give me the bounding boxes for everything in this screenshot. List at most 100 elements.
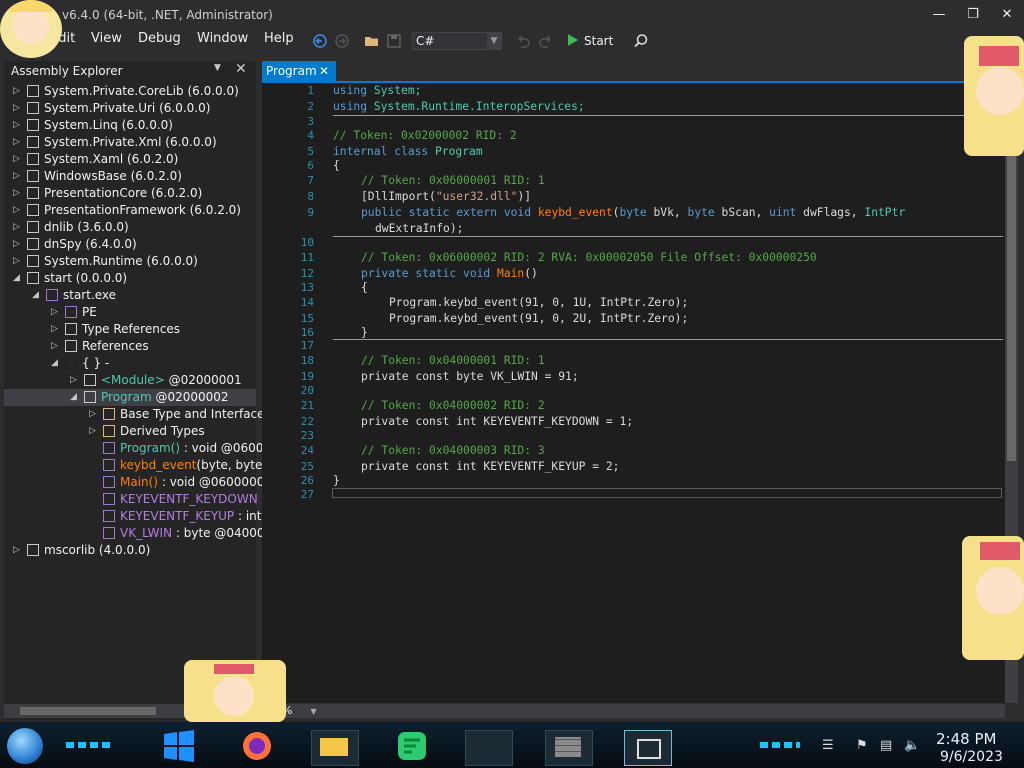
collapsed-arrow-icon[interactable]: ▷ xyxy=(51,338,58,355)
menu-view[interactable]: View xyxy=(91,31,122,46)
start-orb-icon[interactable] xyxy=(7,728,43,764)
minimize-button[interactable]: — xyxy=(924,4,954,26)
assembly-item[interactable]: ▷ dnlib (3.6.0.0) xyxy=(4,219,256,236)
firewall-icon[interactable] xyxy=(545,730,593,766)
redo-icon[interactable] xyxy=(537,32,555,50)
start-label: Start xyxy=(584,34,614,48)
tree-item-member[interactable]: keybd_event(byte, byte, u xyxy=(4,457,278,474)
collapsed-arrow-icon[interactable]: ▷ xyxy=(13,117,20,134)
assembly-item[interactable]: ▷ System.Runtime (6.0.0.0) xyxy=(4,253,256,270)
collapsed-arrow-icon[interactable]: ▷ xyxy=(13,100,20,117)
assembly-item[interactable]: ▷ System.Linq (6.0.0.0) xyxy=(4,117,256,134)
assembly-name: System.Private.Uri xyxy=(44,101,160,115)
language-select[interactable]: C# ▼ xyxy=(412,32,502,50)
tree-item-start-exe[interactable]: ◢ start.exe xyxy=(4,287,256,304)
assembly-item[interactable]: ▷ System.Private.Uri (6.0.0.0) xyxy=(4,100,256,117)
expanded-arrow-icon[interactable]: ◢ xyxy=(51,355,58,372)
tree-item-derived-types[interactable]: ▷ Derived Types xyxy=(4,423,256,440)
tab-label: Program xyxy=(266,64,317,78)
collapsed-arrow-icon[interactable]: ▷ xyxy=(13,151,20,168)
windows-icon[interactable] xyxy=(162,730,196,762)
back-icon[interactable] xyxy=(311,32,329,50)
assembly-item[interactable]: ▷ PresentationCore (6.0.2.0) xyxy=(4,185,256,202)
collapsed-arrow-icon[interactable]: ▷ xyxy=(13,236,20,253)
menu-debug[interactable]: Debug xyxy=(138,31,181,46)
collapsed-arrow-icon[interactable]: ▷ xyxy=(13,134,20,151)
assembly-item[interactable]: ▷ dnSpy (6.4.0.0) xyxy=(4,236,256,253)
close-button[interactable]: ✕ xyxy=(992,4,1022,26)
clock-date[interactable]: 9/6/2023 xyxy=(940,749,1003,765)
start-button[interactable]: Start xyxy=(567,32,613,50)
collapsed-arrow-icon[interactable]: ▷ xyxy=(89,406,96,423)
close-icon[interactable]: ✕ xyxy=(235,61,247,77)
assembly-item[interactable]: ▷ System.Xaml (6.0.2.0) xyxy=(4,151,256,168)
line-number: 20 xyxy=(300,384,314,397)
tree-item-base-types[interactable]: ▷ Base Type and Interfaces xyxy=(4,406,271,423)
assembly-name: System.Runtime xyxy=(44,254,147,268)
tree-item-pe[interactable]: ▷ PE xyxy=(4,304,256,321)
collapsed-arrow-icon[interactable]: ▷ xyxy=(13,202,20,219)
code-editor[interactable]: 1 2 3 4 5 6 7 8 9 10 11 12 13 14 15 16 17 18 19 20 21 22 23 24 2… xyxy=(262,83,1005,703)
open-folder-icon[interactable] xyxy=(363,32,381,50)
tree-item-program[interactable]: ◢ Program @02000002 xyxy=(4,389,256,406)
search-icon[interactable] xyxy=(632,32,650,50)
scrollbar-thumb[interactable] xyxy=(20,707,156,715)
language-value: C# xyxy=(416,34,435,48)
volume-icon[interactable]: 🔈 xyxy=(904,738,920,753)
tree-item-member[interactable]: Main() : void @06000002 xyxy=(4,474,272,491)
expanded-arrow-icon[interactable]: ◢ xyxy=(70,389,77,406)
assembly-item[interactable]: ▷ mscorlib (4.0.0.0) xyxy=(4,542,256,559)
tree-item-member[interactable]: VK_LWIN : byte @0400000 xyxy=(4,525,280,542)
collapsed-arrow-icon[interactable]: ▷ xyxy=(89,423,96,440)
menu-help[interactable]: Help xyxy=(264,31,294,46)
collapsed-arrow-icon[interactable]: ▷ xyxy=(13,253,20,270)
line-number: 10 xyxy=(300,236,314,249)
collapsed-arrow-icon[interactable]: ▷ xyxy=(13,168,20,185)
save-icon[interactable] xyxy=(385,32,403,50)
editor-horizontal-scrollbar[interactable] xyxy=(262,704,1005,718)
tree-node-icon xyxy=(65,340,77,352)
tree-item-module[interactable]: ▷ <Module> @02000001 xyxy=(4,372,256,389)
chat-app-icon[interactable] xyxy=(395,730,429,762)
tree-item-member[interactable]: KEYEVENTF_KEYUP : int @ xyxy=(4,508,277,525)
collapsed-arrow-icon[interactable]: ▷ xyxy=(51,321,58,338)
collapsed-arrow-icon[interactable]: ▷ xyxy=(13,219,20,236)
tree-item-member[interactable]: Program() : void @060000 xyxy=(4,440,279,457)
collapsed-arrow-icon[interactable]: ▷ xyxy=(51,304,58,321)
assembly-item[interactable]: ▷ PresentationFramework (6.0.2.0) xyxy=(4,202,256,219)
chevron-down-icon[interactable]: ▼ xyxy=(214,63,221,73)
dnspy-window-icon[interactable] xyxy=(624,730,672,766)
file-explorer-icon[interactable] xyxy=(311,730,359,766)
undo-icon[interactable] xyxy=(514,32,532,50)
clock-time[interactable]: 2:48 PM xyxy=(936,730,996,748)
collapsed-arrow-icon[interactable]: ▷ xyxy=(13,542,20,559)
firefox-icon[interactable] xyxy=(240,729,274,763)
network-tool-icon[interactable] xyxy=(465,730,513,766)
assembly-item[interactable]: ▷ System.Private.CoreLib (6.0.0.0) xyxy=(4,83,256,100)
close-icon[interactable]: ✕ xyxy=(319,61,329,81)
restore-button[interactable]: ❐ xyxy=(958,4,988,26)
flag-icon[interactable]: ⚑ xyxy=(856,738,868,753)
collapsed-arrow-icon[interactable]: ▷ xyxy=(13,185,20,202)
collapsed-arrow-icon[interactable]: ▷ xyxy=(13,83,20,100)
zoom-level[interactable]: % ▼ xyxy=(282,704,317,717)
menu-window[interactable]: Window xyxy=(197,31,248,46)
member-name: keybd_event xyxy=(120,458,197,472)
tree-item-references[interactable]: ▷ References xyxy=(4,338,256,355)
tree-item-namespace[interactable]: ◢ { } - xyxy=(4,355,256,372)
assembly-name: System.Private.Xml xyxy=(44,135,166,149)
show-desktop-icon[interactable]: ☰ xyxy=(822,738,834,753)
expanded-arrow-icon[interactable]: ◢ xyxy=(13,270,20,287)
tree-item-type-references[interactable]: ▷ Type References xyxy=(4,321,256,338)
expanded-arrow-icon[interactable]: ◢ xyxy=(32,287,39,304)
tree-item-member[interactable]: KEYEVENTF_KEYDOWN : xyxy=(4,491,266,508)
assembly-item[interactable]: ▷ System.Private.Xml (6.0.0.0) xyxy=(4,134,256,151)
tab-program[interactable]: Program ✕ xyxy=(262,61,336,81)
network-icon[interactable]: ▤ xyxy=(880,738,892,753)
decoration-lights xyxy=(760,742,800,748)
collapsed-arrow-icon[interactable]: ▷ xyxy=(70,372,77,389)
code-line-9-wrap: dwExtraInfo); xyxy=(375,222,464,235)
assembly-item[interactable]: ▷ WindowsBase (6.0.2.0) xyxy=(4,168,256,185)
forward-icon[interactable] xyxy=(333,32,351,50)
assembly-item[interactable]: ◢ start (0.0.0.0) xyxy=(4,270,256,287)
